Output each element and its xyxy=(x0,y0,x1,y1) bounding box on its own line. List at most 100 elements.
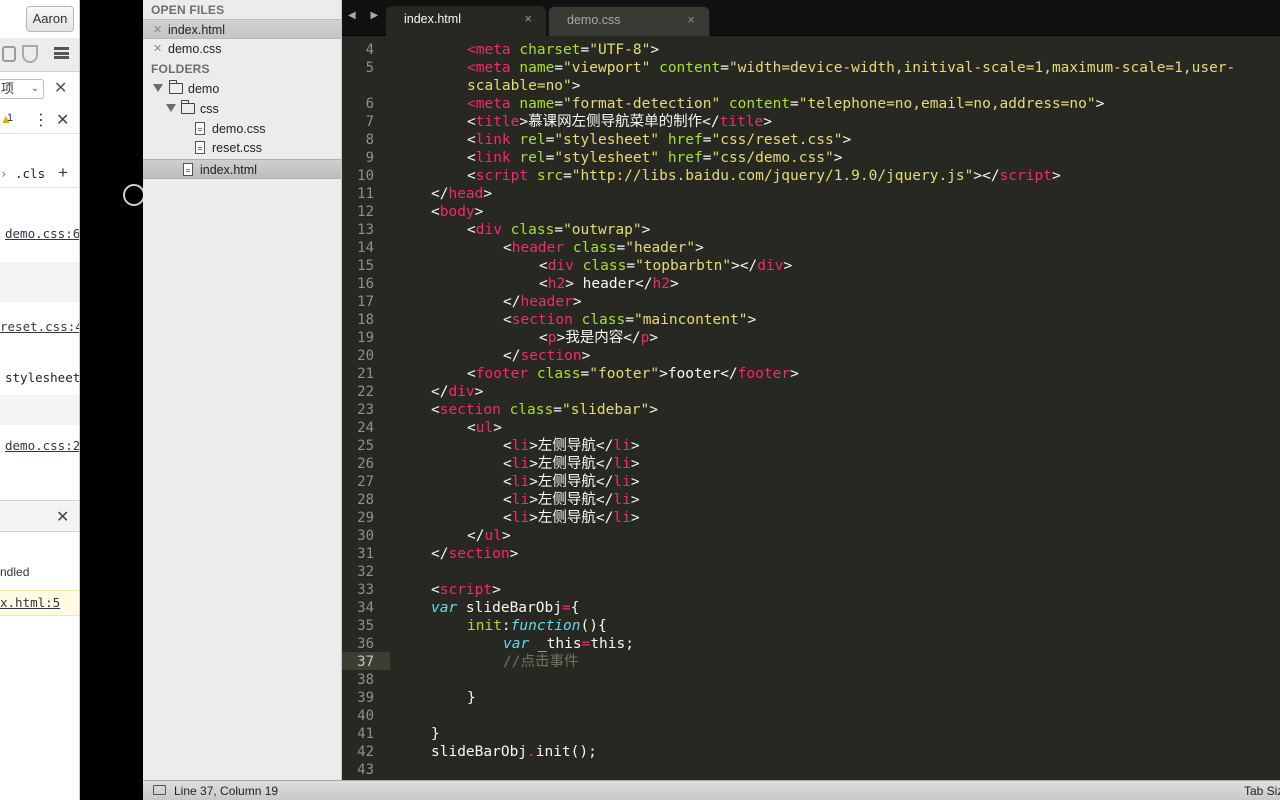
css-file-icon xyxy=(195,122,205,135)
code-line[interactable]: </section> xyxy=(503,347,590,365)
code-line[interactable]: <p>我是内容</p> xyxy=(539,329,658,347)
code-line[interactable]: <script src="http://libs.baidu.com/jquer… xyxy=(467,167,1061,185)
code-line[interactable]: <link rel="stylesheet" href="css/reset.c… xyxy=(467,131,851,149)
code-line[interactable]: <li>左侧导航</li> xyxy=(503,437,640,455)
code-line[interactable]: } xyxy=(467,689,476,707)
close-icon[interactable]: × xyxy=(687,7,695,33)
code-line[interactable]: </header> xyxy=(503,293,582,311)
code-line[interactable]: <div class="topbarbtn"></div> xyxy=(539,257,792,275)
code-line[interactable]: <div class="outwrap"> xyxy=(467,221,650,239)
line-number: 12 xyxy=(357,204,374,220)
rule-selector: stylesheet xyxy=(5,370,80,385)
line-number: 35 xyxy=(357,618,374,634)
line-number: 37 xyxy=(357,654,374,670)
tab-demo-css[interactable]: demo.css × xyxy=(548,6,710,36)
file-item-reset-css[interactable]: reset.css xyxy=(143,138,341,158)
code-line[interactable]: <li>左侧导航</li> xyxy=(503,473,640,491)
code-line[interactable]: <li>左侧导航</li> xyxy=(503,491,640,509)
code-line[interactable]: var slideBarObj={ xyxy=(431,599,579,617)
code-line[interactable]: </div> xyxy=(431,383,483,401)
code-line[interactable]: <li>左侧导航</li> xyxy=(503,455,640,473)
cursor-position: Line 37, Column 19 xyxy=(174,784,279,798)
close-icon[interactable]: ✕ xyxy=(153,39,162,59)
code-line[interactable]: <link rel="stylesheet" href="css/demo.cs… xyxy=(467,149,842,167)
close-icon[interactable]: ✕ xyxy=(54,78,67,98)
close-icon[interactable]: ✕ xyxy=(153,20,162,40)
chevron-down-icon: ⌄ xyxy=(30,83,39,94)
line-number: 28 xyxy=(357,492,374,508)
line-number: 40 xyxy=(357,708,374,724)
code-line[interactable]: } xyxy=(431,725,440,743)
line-number: 13 xyxy=(357,222,374,238)
code-line[interactable]: <title>慕课网左侧导航菜单的制作</title> xyxy=(467,113,772,131)
line-number: 31 xyxy=(357,546,374,562)
folder-item-demo[interactable]: demo xyxy=(143,79,341,99)
cls-button[interactable]: .cls xyxy=(15,166,45,181)
line-number: 26 xyxy=(357,456,374,472)
code-line[interactable]: </ul> xyxy=(467,527,511,545)
line-number: 11 xyxy=(357,186,374,202)
code-line[interactable]: </head> xyxy=(431,185,492,203)
line-number: 39 xyxy=(357,690,374,706)
line-number: 41 xyxy=(357,726,374,742)
extension-icon[interactable] xyxy=(2,46,16,62)
style-source-link[interactable]: demo.css:2 xyxy=(5,438,79,453)
console-source-link[interactable]: x.html:5 xyxy=(0,595,60,610)
line-number: 25 xyxy=(357,438,374,454)
code-line[interactable]: var _this=this; xyxy=(503,635,634,653)
cls-toggle-arrow[interactable]: › xyxy=(0,166,8,181)
tab-index-html[interactable]: index.html × xyxy=(386,6,546,36)
code-line[interactable]: <section class="maincontent"> xyxy=(503,311,756,329)
indentation-setting[interactable]: Tab Size: 4 xyxy=(1244,784,1280,798)
line-number xyxy=(342,77,374,95)
context-select[interactable]: 项 ⌄ xyxy=(0,79,44,99)
code-line[interactable]: <body> xyxy=(431,203,483,221)
user-profile-button[interactable]: Aaron xyxy=(26,6,74,32)
code-line[interactable]: //点击事件 xyxy=(503,653,578,671)
code-line[interactable]: <meta name="viewport" content="width=dev… xyxy=(467,59,1235,77)
open-file-item[interactable]: ✕ index.html xyxy=(143,19,341,40)
line-number: 23 xyxy=(357,402,374,418)
line-number: 4 xyxy=(365,42,374,58)
code-line[interactable]: <header class="header"> xyxy=(503,239,704,257)
close-icon[interactable]: ✕ xyxy=(56,110,69,130)
disclosure-triangle-icon[interactable] xyxy=(166,104,176,112)
tab-nav-arrows-icon[interactable]: ◀ ▶ xyxy=(348,10,384,21)
warning-count: 1 xyxy=(7,112,14,124)
code-line[interactable]: <meta charset="UTF-8"> xyxy=(467,41,659,59)
line-number: 8 xyxy=(365,132,374,148)
code-line[interactable]: init:function(){ xyxy=(467,617,607,635)
code-line[interactable]: <footer class="footer">footer</footer> xyxy=(467,365,799,383)
code-line[interactable]: <section class="slidebar"> xyxy=(431,401,658,419)
code-line[interactable]: slideBarObj.init(); xyxy=(431,743,597,761)
code-line[interactable]: <li>左侧导航</li> xyxy=(503,509,640,527)
style-source-link[interactable]: demo.css:6 xyxy=(5,226,79,241)
close-icon[interactable]: ✕ xyxy=(56,507,69,527)
mouse-cursor xyxy=(123,184,145,206)
code-line[interactable]: <h2> header</h2> xyxy=(539,275,679,293)
style-source-link[interactable]: reset.css:4 xyxy=(0,319,79,334)
open-file-item[interactable]: ✕ demo.css xyxy=(143,39,341,59)
disclosure-triangle-icon[interactable] xyxy=(153,84,163,92)
line-number: 27 xyxy=(357,474,374,490)
code-line[interactable]: <script> xyxy=(431,581,501,599)
line-number: 16 xyxy=(357,276,374,292)
file-item-demo-css[interactable]: demo.css xyxy=(143,119,341,139)
folder-item-css[interactable]: css xyxy=(143,99,341,119)
code-line[interactable]: <meta name="format-detection" content="t… xyxy=(467,95,1104,113)
code-line[interactable]: scalable=no"> xyxy=(467,77,581,95)
line-number: 30 xyxy=(357,528,374,544)
line-number: 14 xyxy=(357,240,374,256)
line-number: 5 xyxy=(365,60,374,76)
file-item-index-html[interactable]: index.html xyxy=(143,159,341,179)
shield-icon[interactable] xyxy=(22,45,38,63)
code-line[interactable]: <ul> xyxy=(467,419,502,437)
add-style-button[interactable]: + xyxy=(58,163,68,183)
code-line[interactable]: </section> xyxy=(431,545,518,563)
close-icon[interactable]: × xyxy=(524,6,532,32)
more-vertical-icon[interactable]: ⋮ xyxy=(33,110,49,130)
menu-icon[interactable] xyxy=(54,47,69,59)
panel-toggle-icon[interactable] xyxy=(153,785,166,795)
line-number: 19 xyxy=(357,330,374,346)
code-editor[interactable]: 4 5 6 7 8 9 10 11 12 13 14 15 16 17 18 19 20 21 22 23 24 25 26… xyxy=(342,36,1280,780)
